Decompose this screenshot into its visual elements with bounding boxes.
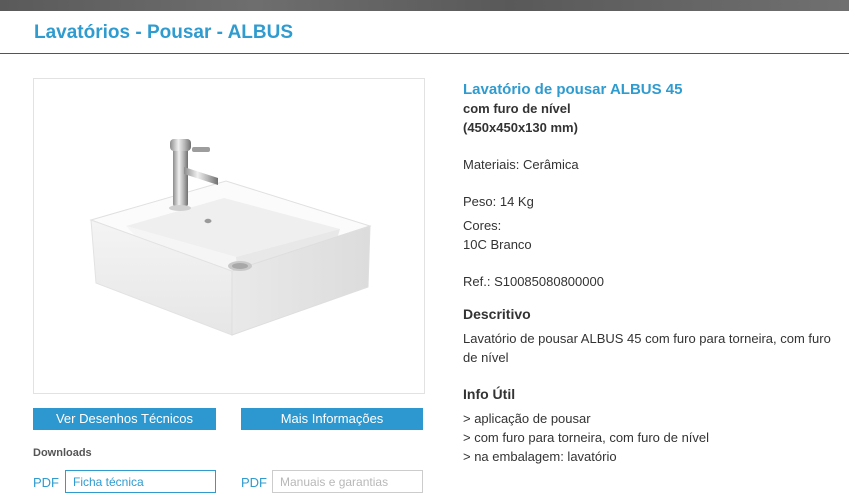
title-divider [0,53,849,54]
page-title: Lavatórios - Pousar - ALBUS [34,22,294,43]
product-name: Lavatório de pousar ALBUS 45 [463,81,683,98]
description-text: Lavatório de pousar ALBUS 45 com furo pa… [463,331,831,365]
technical-drawings-button[interactable]: Ver Desenhos Técnicos [33,408,216,430]
top-banner-strip [0,0,849,11]
technical-sheet-download[interactable]: Ficha técnica [65,470,216,493]
info-util-item: > na embalagem: lavatório [463,449,617,464]
description-heading: Descritivo [463,306,531,322]
manuals-warranties-download[interactable]: Manuais e garantias [272,470,423,493]
product-image[interactable] [33,78,425,394]
more-info-button[interactable]: Mais Informações [241,408,423,430]
product-colors-value: 10C Branco [463,237,532,252]
info-util-item: > com furo para torneira, com furo de ní… [463,430,710,445]
product-subtitle-level-hole: com furo de nível [463,101,571,116]
info-util-heading: Info Útil [463,386,516,402]
product-info-panel: Lavatório de pousar ALBUS 45 com furo de… [463,81,843,466]
product-colors-label: Cores: [463,218,502,233]
pdf-type-label: PDF [241,475,267,490]
product-weight: Peso: 14 Kg [463,194,534,209]
product-materials: Materiais: Cerâmica [463,157,579,172]
downloads-label: Downloads [33,447,92,459]
product-dimensions: (450x450x130 mm) [463,120,578,135]
info-util-item: > aplicação de pousar [463,411,591,426]
product-reference: Ref.: S10085080800000 [463,274,604,289]
pdf-type-label: PDF [33,475,59,490]
washbasin-illustration [89,139,372,336]
